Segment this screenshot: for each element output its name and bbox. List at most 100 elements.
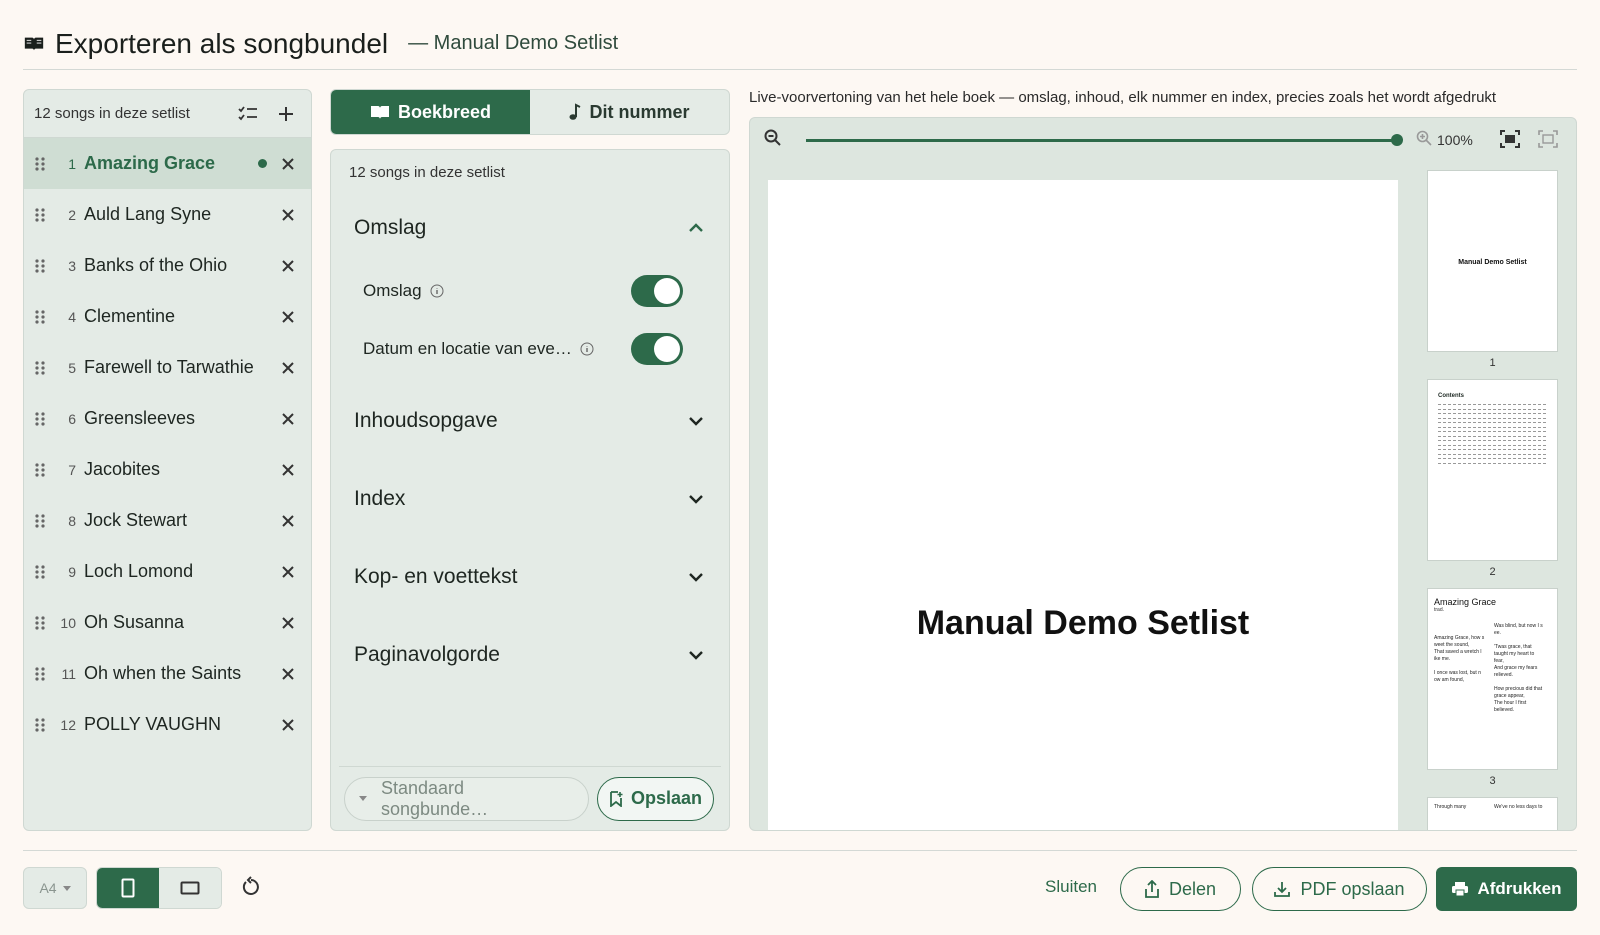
paper-size-select[interactable]: A4: [23, 867, 87, 909]
drag-handle-icon[interactable]: [32, 358, 48, 378]
section-index-label: Index: [354, 487, 406, 510]
drag-handle-icon[interactable]: [32, 715, 48, 735]
song-list-item[interactable]: 7 Jacobites: [24, 444, 311, 495]
fit-page-icon[interactable]: [1500, 130, 1520, 148]
tab-boekbreed[interactable]: Boekbreed: [331, 90, 530, 134]
preset-select[interactable]: Standaard songbunde…: [344, 776, 589, 821]
close-icon[interactable]: [279, 563, 297, 581]
thumb-song-author: trad.: [1434, 607, 1445, 613]
drag-handle-icon[interactable]: [32, 562, 48, 582]
drag-handle-icon[interactable]: [32, 409, 48, 429]
thumb-song-title: Amazing Grace: [1434, 597, 1497, 607]
close-icon[interactable]: [279, 155, 297, 173]
print-button[interactable]: Afdrukken: [1436, 867, 1577, 911]
page-thumbnail[interactable]: Manual Demo Setlist: [1427, 170, 1558, 352]
song-list-item[interactable]: 6 Greensleeves: [24, 393, 311, 444]
close-icon[interactable]: [279, 257, 297, 275]
song-number: 4: [68, 308, 76, 325]
thumb-lyrics-right: Was blind, but now I s ee. 'Twas grace, …: [1494, 623, 1543, 713]
close-icon[interactable]: [279, 665, 297, 683]
page-number: 1: [1489, 357, 1496, 369]
section-kop-voettekst[interactable]: Kop- en voettekst: [354, 557, 704, 597]
thumb-lyrics-left: Amazing Grace, how s weet the sound, Tha…: [1434, 635, 1485, 683]
chevron-down-icon: [689, 573, 703, 582]
select-songs-button[interactable]: [233, 99, 263, 129]
song-list-item[interactable]: 2 Auld Lang Syne: [24, 189, 311, 240]
info-icon[interactable]: [430, 284, 444, 298]
song-list-item[interactable]: 11 Oh when the Saints: [24, 648, 311, 699]
caret-down-icon: [359, 796, 367, 801]
drag-handle-icon[interactable]: [32, 511, 48, 531]
save-pdf-button[interactable]: PDF opslaan: [1252, 867, 1427, 911]
zoom-percentage: 100%: [1437, 132, 1473, 148]
close-icon[interactable]: [279, 206, 297, 224]
section-omslag[interactable]: Omslag: [354, 208, 704, 248]
music-note-icon: [569, 103, 581, 120]
song-list-header: 12 songs in deze setlist: [24, 90, 311, 138]
paper-size-value: A4: [39, 880, 57, 896]
song-list-item[interactable]: 3 Banks of the Ohio: [24, 240, 311, 291]
share-icon: [1145, 880, 1159, 898]
song-title: Auld Lang Syne: [84, 204, 212, 224]
toc-line: [1438, 404, 1547, 405]
close-icon[interactable]: [279, 410, 297, 428]
song-title: Amazing Grace: [84, 153, 216, 173]
reset-icon[interactable]: [242, 876, 260, 896]
tab-dit-nummer[interactable]: Dit nummer: [530, 90, 729, 134]
omslag-toggle[interactable]: [631, 275, 683, 307]
close-icon[interactable]: [279, 359, 297, 377]
drag-handle-icon[interactable]: [32, 154, 48, 174]
close-icon[interactable]: [279, 512, 297, 530]
drag-handle-icon[interactable]: [32, 205, 48, 225]
close-icon[interactable]: [279, 716, 297, 734]
page-thumbnail[interactable]: Through many We've no less days to: [1427, 797, 1558, 830]
toc-line: [1438, 444, 1547, 446]
download-icon: [1274, 882, 1291, 897]
active-indicator: [258, 159, 267, 168]
info-icon[interactable]: [580, 342, 594, 356]
save-preset-button[interactable]: Opslaan: [597, 776, 714, 821]
page-thumbnail[interactable]: Amazing Grace trad. Amazing Grace, how s…: [1427, 588, 1558, 770]
song-list-item[interactable]: 9 Loch Lomond: [24, 546, 311, 597]
close-button[interactable]: Sluiten: [1045, 877, 1097, 897]
song-list-item[interactable]: 1 Amazing Grace: [24, 138, 311, 189]
song-list-item[interactable]: 10 Oh Susanna: [24, 597, 311, 648]
datum-locatie-toggle[interactable]: [631, 333, 683, 365]
fit-width-icon[interactable]: [1538, 130, 1558, 148]
zoom-in-icon[interactable]: [1416, 130, 1432, 146]
song-list-item[interactable]: 4 Clementine: [24, 291, 311, 342]
zoom-slider-handle[interactable]: [1391, 134, 1403, 146]
zoom-slider-track[interactable]: [806, 139, 1396, 142]
preview-page: Manual Demo Setlist: [768, 180, 1398, 830]
song-number: 11: [61, 665, 76, 682]
close-icon[interactable]: [279, 461, 297, 479]
song-list-item[interactable]: 5 Farewell to Tarwathie: [24, 342, 311, 393]
song-number: 2: [68, 206, 76, 223]
toc-line: [1438, 417, 1547, 419]
share-label: Delen: [1168, 878, 1217, 899]
close-icon[interactable]: [279, 614, 297, 632]
share-button[interactable]: Delen: [1120, 867, 1241, 911]
section-paginavolgorde[interactable]: Paginavolgorde: [354, 635, 704, 675]
close-icon[interactable]: [279, 308, 297, 326]
song-list-item[interactable]: 8 Jock Stewart: [24, 495, 311, 546]
drag-handle-icon[interactable]: [32, 256, 48, 276]
toc-line: [1438, 453, 1547, 455]
bookmark-plus-icon: [610, 790, 623, 807]
add-song-button[interactable]: [271, 99, 301, 129]
section-inhoudsopgave[interactable]: Inhoudsopgave: [354, 401, 704, 441]
settings-footer: Standaard songbunde… Opslaan: [339, 766, 721, 830]
song-list-item[interactable]: 12 POLLY VAUGHN: [24, 699, 311, 750]
page-thumbnail[interactable]: Contents: [1427, 379, 1558, 561]
section-index[interactable]: Index: [354, 479, 704, 519]
portrait-button[interactable]: [97, 868, 159, 908]
drag-handle-icon[interactable]: [32, 460, 48, 480]
toc-line: [1438, 431, 1547, 432]
checklist-icon: [238, 105, 257, 120]
toggle-datum-label: Datum en locatie van eve…: [363, 339, 572, 358]
drag-handle-icon[interactable]: [32, 613, 48, 633]
drag-handle-icon[interactable]: [32, 307, 48, 327]
drag-handle-icon[interactable]: [32, 664, 48, 684]
landscape-button[interactable]: [159, 868, 221, 908]
zoom-out-icon[interactable]: [764, 129, 782, 147]
